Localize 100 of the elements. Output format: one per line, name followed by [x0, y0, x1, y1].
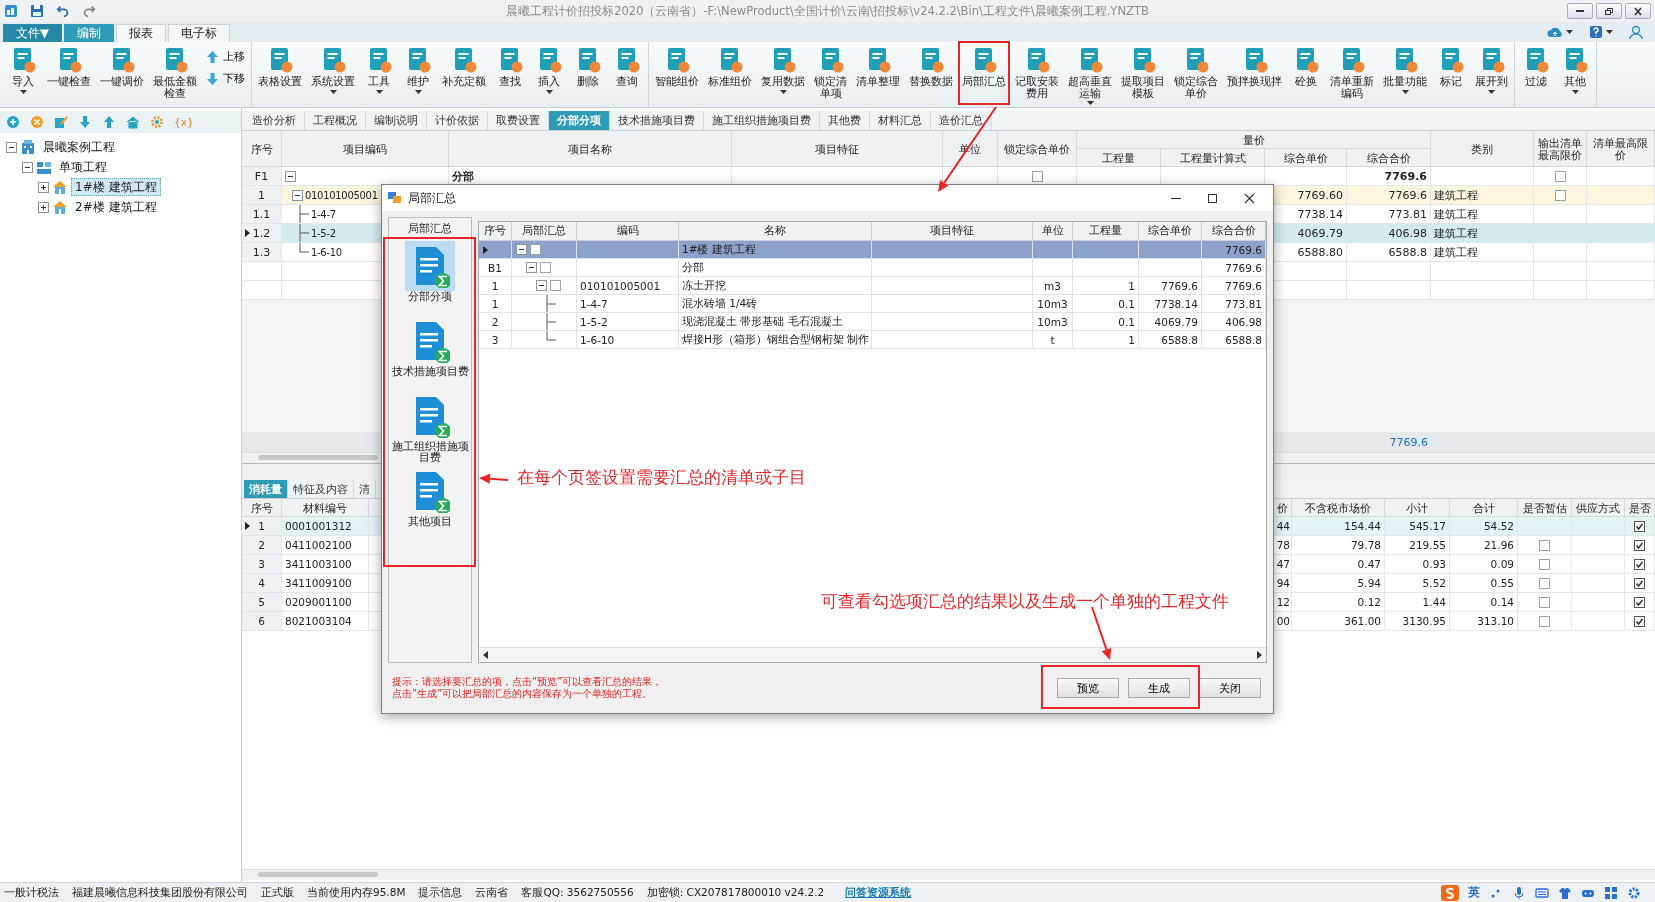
checkbox[interactable]	[1554, 170, 1566, 182]
toolbar-button[interactable]: 超高垂直 运输	[1066, 42, 1114, 104]
toolbar-button[interactable]: 批量功能	[1381, 42, 1429, 104]
toolbar-button[interactable]: 最低金额 检查	[151, 42, 199, 104]
redo-icon[interactable]	[82, 4, 96, 18]
horizontal-scrollbar[interactable]	[479, 647, 1266, 662]
tab[interactable]: 施工组织措施项目费	[704, 111, 820, 130]
toolbar-button[interactable]: 清单重新 编码	[1328, 42, 1376, 104]
tab[interactable]: 其他费	[820, 111, 870, 130]
file-menu[interactable]: 文件▼	[3, 24, 62, 42]
expand-toggle[interactable]	[292, 189, 303, 201]
toolbar-button[interactable]: 上移	[204, 50, 247, 64]
toolbar-button[interactable]: 下移	[204, 72, 247, 86]
user-icon[interactable]	[1629, 25, 1643, 39]
toolbar-button[interactable]: 清单整理	[854, 42, 902, 104]
toolbar-button[interactable]: 复用数据	[759, 42, 807, 104]
dialog-button[interactable]: 预览	[1057, 678, 1119, 698]
up-arrow-icon[interactable]	[102, 115, 116, 129]
tab[interactable]: 计价依据	[427, 111, 488, 130]
tab[interactable]: 造价汇总	[931, 111, 992, 130]
toolbar-button[interactable]: 替换数据	[907, 42, 955, 104]
checkbox[interactable]	[1539, 577, 1550, 589]
help-link[interactable]: 问答资源系统	[845, 885, 912, 900]
checkbox[interactable]	[1539, 596, 1550, 608]
expand-toggle[interactable]	[285, 170, 296, 182]
tab[interactable]: 电子标	[167, 24, 230, 42]
tab[interactable]: 特征及内容	[288, 480, 354, 498]
tab[interactable]: 报表	[115, 24, 166, 42]
toolbar-button[interactable]: 工具	[362, 42, 396, 104]
help-icon[interactable]	[1589, 25, 1603, 39]
edit-icon[interactable]	[54, 115, 68, 129]
toolbar-button[interactable]: 过滤	[1519, 42, 1553, 104]
table-row[interactable]: 1 1-4-7 混水砖墙 1/4砖 10m3 0.1 7738.14 773.81	[479, 295, 1266, 313]
toolbar-button[interactable]: 锁定清 单项	[812, 42, 849, 104]
dialog-button[interactable]: 生成	[1128, 678, 1190, 698]
side-nav-item[interactable]: 技术措施项目费	[390, 316, 470, 390]
minimize-button[interactable]	[1171, 197, 1181, 199]
toolbar-button[interactable]: 删除	[571, 42, 605, 104]
table-row[interactable]: F1 分部 7769.6	[242, 167, 1655, 186]
expand-toggle[interactable]	[6, 141, 17, 153]
checkbox[interactable]	[1634, 520, 1645, 532]
toolbar-button[interactable]: 局部汇总	[960, 42, 1008, 104]
tab[interactable]: 工程概况	[305, 111, 366, 130]
checkbox[interactable]	[1634, 596, 1645, 608]
restore-button[interactable]	[1596, 3, 1622, 19]
table-row[interactable]: 2 1-5-2 现浇混凝土 带形基础 毛石混凝土 10m3 0.1 4069.79 406.98	[479, 313, 1266, 331]
shirt-icon[interactable]	[1558, 885, 1572, 900]
toolbar-button[interactable]: 维护	[401, 42, 435, 104]
input-method-icon[interactable]	[1441, 884, 1459, 901]
side-nav-item[interactable]: 其他项目	[390, 466, 470, 540]
close-button[interactable]	[1244, 192, 1255, 204]
toolbar-button[interactable]: 标记	[1434, 42, 1468, 104]
microphone-icon[interactable]	[1512, 885, 1526, 900]
tab[interactable]: 编制说明	[366, 111, 427, 130]
toolbar-button[interactable]: 智能组价	[653, 42, 701, 104]
checkbox[interactable]	[550, 280, 561, 291]
dialog-button[interactable]: 关闭	[1199, 678, 1261, 698]
toolbar-button[interactable]: 查找	[493, 42, 527, 104]
side-nav-item[interactable]: 施工组织措施项目费	[390, 391, 470, 465]
toolbar-button[interactable]: 提取项目 模板	[1119, 42, 1167, 104]
checkbox[interactable]	[1031, 170, 1043, 182]
checkbox[interactable]	[1634, 615, 1645, 627]
toolbar-button[interactable]: 表格设置	[256, 42, 304, 104]
expand-toggle[interactable]	[516, 244, 527, 255]
table-row[interactable]: B1 分部 7769.6	[479, 259, 1266, 277]
checkbox[interactable]	[1539, 558, 1550, 570]
toolbar-button[interactable]: 一键调价	[98, 42, 146, 104]
tree-item[interactable]: 2#楼 建筑工程	[71, 198, 161, 216]
checkbox[interactable]	[1539, 539, 1550, 551]
maximize-button[interactable]	[1207, 192, 1218, 204]
expand-toggle[interactable]	[38, 181, 49, 193]
tab[interactable]: 材料汇总	[870, 111, 931, 130]
toolbar-button[interactable]: 预拌换现拌	[1225, 42, 1284, 104]
tree-item[interactable]: 单项工程	[55, 158, 111, 176]
toolbar-button[interactable]: 一键检查	[45, 42, 93, 104]
tab[interactable]: 清	[354, 480, 376, 498]
table-row[interactable]: 3 1-6-10 焊接H形（箱形）钢组合型钢桁架 制作 t 1 6588.8 6588.8	[479, 331, 1266, 349]
checkbox[interactable]	[1539, 615, 1550, 627]
toolbar-button[interactable]: 标准组价	[706, 42, 754, 104]
save-icon[interactable]	[30, 4, 44, 18]
undo-icon[interactable]	[56, 4, 70, 18]
table-row[interactable]: 1 010101005001 冻土开挖 m3 1 7769.6 7769.6	[479, 277, 1266, 295]
toolbar-button[interactable]: 补充定额	[440, 42, 488, 104]
expand-toggle[interactable]	[22, 161, 33, 173]
toolbar-button[interactable]: 系统设置	[309, 42, 357, 104]
close-button[interactable]	[1625, 3, 1651, 19]
settings-icon[interactable]	[1627, 885, 1641, 900]
checkbox[interactable]	[1634, 577, 1645, 589]
expand-toggle[interactable]	[526, 262, 537, 273]
tab[interactable]: 造价分析	[244, 111, 305, 130]
checkbox[interactable]	[1634, 539, 1645, 551]
toolbar-button[interactable]: 记取安装 费用	[1013, 42, 1061, 104]
grid-icon[interactable]	[1604, 885, 1618, 900]
toolbar-button[interactable]: 导入	[6, 42, 40, 104]
table-row[interactable]: 1#楼 建筑工程 7769.6	[479, 241, 1266, 259]
keyboard-icon[interactable]	[1535, 885, 1549, 900]
toolbar-button[interactable]: 展开到	[1473, 42, 1510, 104]
toolbar-button[interactable]: 插入	[532, 42, 566, 104]
settings-icon[interactable]	[150, 115, 164, 129]
toolbar-button[interactable]: 查询	[610, 42, 644, 104]
